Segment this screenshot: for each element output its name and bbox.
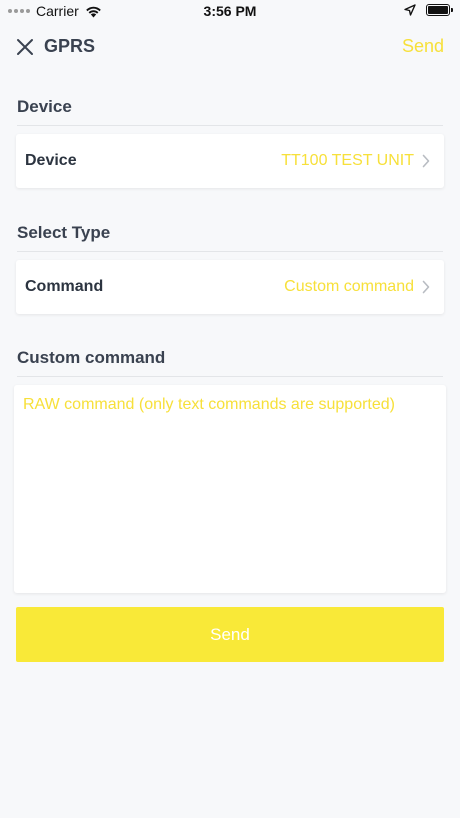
location-arrow-icon [404, 4, 416, 16]
custom-command-box [14, 385, 446, 593]
send-button[interactable]: Send [16, 607, 444, 662]
device-row-label: Device [25, 152, 77, 169]
command-row-value: Custom command [284, 278, 414, 295]
device-section-header: Device [17, 97, 443, 126]
command-row-label: Command [25, 278, 104, 295]
device-row-value: TT100 TEST UNIT [281, 152, 414, 169]
status-right [404, 4, 453, 16]
chevron-right-icon [422, 154, 432, 168]
chevron-right-icon [422, 280, 432, 294]
send-nav-button[interactable]: Send [402, 36, 444, 57]
select-type-section-header: Select Type [17, 223, 443, 252]
navigation-bar: GPRS Send [0, 24, 460, 70]
page-title: GPRS [44, 36, 96, 56]
device-row[interactable]: Device TT100 TEST UNIT [16, 134, 444, 188]
close-icon [17, 39, 33, 55]
battery-icon [426, 4, 453, 16]
status-time: 3:56 PM [203, 3, 257, 19]
close-button[interactable] [12, 34, 38, 60]
custom-command-input[interactable] [14, 385, 446, 593]
command-row[interactable]: Command Custom command [16, 260, 444, 314]
status-bar: Carrier 3:56 PM [0, 0, 460, 24]
custom-command-section-header: Custom command [17, 348, 443, 377]
